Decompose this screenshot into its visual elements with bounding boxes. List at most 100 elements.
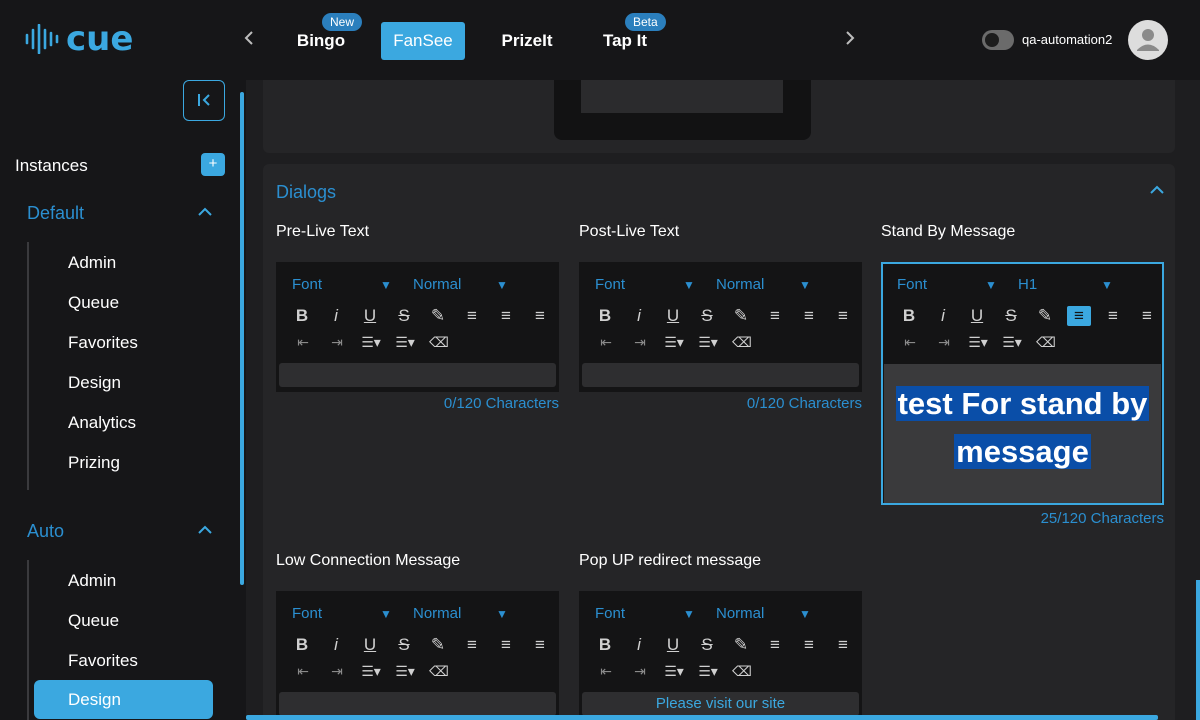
post-live-editor[interactable]: Font ▼ Normal ▼ B i U S ✎ ≡ ≡ ≡ ⇤ ⇥ ☰▾ ☰… (579, 262, 862, 392)
bold-icon[interactable]: B (593, 306, 617, 326)
clear-format-icon[interactable]: ⌫ (426, 334, 452, 351)
align-center-icon[interactable]: ≡ (1101, 306, 1125, 326)
numbered-list-icon[interactable]: ☰▾ (661, 663, 687, 680)
popup-redirect-text[interactable]: Please visit our site (582, 692, 859, 716)
outdent-icon[interactable]: ⇤ (897, 334, 923, 351)
outdent-icon[interactable]: ⇤ (593, 663, 619, 680)
outdent-icon[interactable]: ⇤ (290, 334, 316, 351)
size-select[interactable]: Normal (413, 605, 461, 622)
align-left-icon[interactable]: ≡ (460, 635, 484, 655)
sidebar-item-admin[interactable]: Admin (68, 571, 116, 591)
indent-icon[interactable]: ⇥ (627, 663, 653, 680)
highlight-icon[interactable]: ✎ (729, 306, 753, 326)
low-connection-text-area[interactable] (279, 692, 556, 716)
outdent-icon[interactable]: ⇤ (290, 663, 316, 680)
align-center-icon[interactable]: ≡ (494, 306, 518, 326)
theme-toggle[interactable] (982, 30, 1014, 50)
group-default[interactable]: Default (27, 203, 84, 224)
align-center-icon[interactable]: ≡ (797, 306, 821, 326)
font-select[interactable]: Font (897, 276, 927, 293)
italic-icon[interactable]: i (324, 635, 348, 655)
stand-by-text-area[interactable]: test For stand by message (884, 364, 1161, 503)
chevron-right-icon[interactable] (844, 30, 856, 50)
chevron-down-icon[interactable]: ▼ (683, 278, 695, 292)
sidebar-scrollbar[interactable] (240, 92, 244, 585)
font-select[interactable]: Font (292, 276, 322, 293)
group-auto[interactable]: Auto (27, 521, 64, 542)
align-right-icon[interactable]: ≡ (1135, 306, 1159, 326)
strikethrough-icon[interactable]: S (392, 635, 416, 655)
align-right-icon[interactable]: ≡ (831, 306, 855, 326)
bullet-list-icon[interactable]: ☰▾ (695, 663, 721, 680)
chevron-down-icon[interactable]: ▼ (985, 278, 997, 292)
italic-icon[interactable]: i (931, 306, 955, 326)
add-instance-button[interactable]: + (201, 153, 225, 176)
outdent-icon[interactable]: ⇤ (593, 334, 619, 351)
size-select[interactable]: Normal (716, 276, 764, 293)
app-logo[interactable]: cue (24, 22, 133, 56)
chevron-down-icon[interactable]: ▼ (496, 607, 508, 621)
chevron-down-icon[interactable]: ▼ (380, 607, 392, 621)
italic-icon[interactable]: i (324, 306, 348, 326)
clear-format-icon[interactable]: ⌫ (1033, 334, 1059, 351)
italic-icon[interactable]: i (627, 635, 651, 655)
bold-icon[interactable]: B (897, 306, 921, 326)
sidebar-item-analytics[interactable]: Analytics (68, 413, 136, 433)
align-left-icon[interactable]: ≡ (763, 306, 787, 326)
sidebar-item-favorites[interactable]: Favorites (68, 333, 138, 353)
chevron-up-icon[interactable] (197, 204, 213, 220)
highlight-icon[interactable]: ✎ (729, 635, 753, 655)
chevron-down-icon[interactable]: ▼ (1101, 278, 1113, 292)
highlight-icon[interactable]: ✎ (426, 306, 450, 326)
highlight-icon[interactable]: ✎ (1033, 306, 1057, 326)
align-center-icon[interactable]: ≡ (494, 635, 518, 655)
tab-prizeit[interactable]: PrizeIt (495, 22, 559, 60)
sidebar-item-queue[interactable]: Queue (68, 611, 119, 631)
strikethrough-icon[interactable]: S (999, 306, 1023, 326)
popup-redirect-editor[interactable]: Font ▼ Normal ▼ B i U S ✎ ≡ ≡ ≡ ⇤ ⇥ ☰▾ ☰… (579, 591, 862, 720)
chevron-left-icon[interactable] (243, 30, 255, 50)
underline-icon[interactable]: U (965, 306, 989, 326)
bold-icon[interactable]: B (593, 635, 617, 655)
chevron-down-icon[interactable]: ▼ (683, 607, 695, 621)
numbered-list-icon[interactable]: ☰▾ (661, 334, 687, 351)
tab-fansee[interactable]: FanSee (381, 22, 465, 60)
avatar[interactable] (1128, 20, 1168, 60)
strikethrough-icon[interactable]: S (695, 635, 719, 655)
pre-live-text-area[interactable] (279, 363, 556, 387)
sidebar-item-design-active[interactable]: Design (34, 680, 213, 719)
indent-icon[interactable]: ⇥ (324, 663, 350, 680)
underline-icon[interactable]: U (358, 306, 382, 326)
align-right-icon[interactable]: ≡ (831, 635, 855, 655)
chevron-down-icon[interactable]: ▼ (799, 278, 811, 292)
low-connection-editor[interactable]: Font ▼ Normal ▼ B i U S ✎ ≡ ≡ ≡ ⇤ ⇥ ☰▾ ☰… (276, 591, 559, 720)
indent-icon[interactable]: ⇥ (324, 334, 350, 351)
strikethrough-icon[interactable]: S (695, 306, 719, 326)
font-select[interactable]: Font (595, 605, 625, 622)
bullet-list-icon[interactable]: ☰▾ (392, 663, 418, 680)
size-select[interactable]: H1 (1018, 276, 1037, 293)
sidebar-item-favorites[interactable]: Favorites (68, 651, 138, 671)
sidebar-item-queue[interactable]: Queue (68, 293, 119, 313)
chevron-up-icon[interactable] (197, 522, 213, 538)
bold-icon[interactable]: B (290, 635, 314, 655)
indent-icon[interactable]: ⇥ (627, 334, 653, 351)
sidebar-item-design[interactable]: Design (68, 373, 121, 393)
numbered-list-icon[interactable]: ☰▾ (965, 334, 991, 351)
clear-format-icon[interactable]: ⌫ (426, 663, 452, 680)
clear-format-icon[interactable]: ⌫ (729, 663, 755, 680)
align-left-icon[interactable]: ≡ (763, 635, 787, 655)
size-select[interactable]: Normal (413, 276, 461, 293)
sidebar-item-admin[interactable]: Admin (68, 253, 116, 273)
align-right-icon[interactable]: ≡ (528, 306, 552, 326)
align-left-icon[interactable]: ≡ (1067, 306, 1091, 326)
italic-icon[interactable]: i (627, 306, 651, 326)
align-left-icon[interactable]: ≡ (460, 306, 484, 326)
bold-icon[interactable]: B (290, 306, 314, 326)
pre-live-editor[interactable]: Font ▼ Normal ▼ B i U S ✎ ≡ ≡ ≡ ⇤ ⇥ ☰▾ ☰… (276, 262, 559, 392)
horizontal-scrollbar[interactable] (246, 715, 1158, 720)
numbered-list-icon[interactable]: ☰▾ (358, 334, 384, 351)
chevron-up-icon[interactable] (1149, 182, 1165, 198)
underline-icon[interactable]: U (358, 635, 382, 655)
chevron-down-icon[interactable]: ▼ (496, 278, 508, 292)
